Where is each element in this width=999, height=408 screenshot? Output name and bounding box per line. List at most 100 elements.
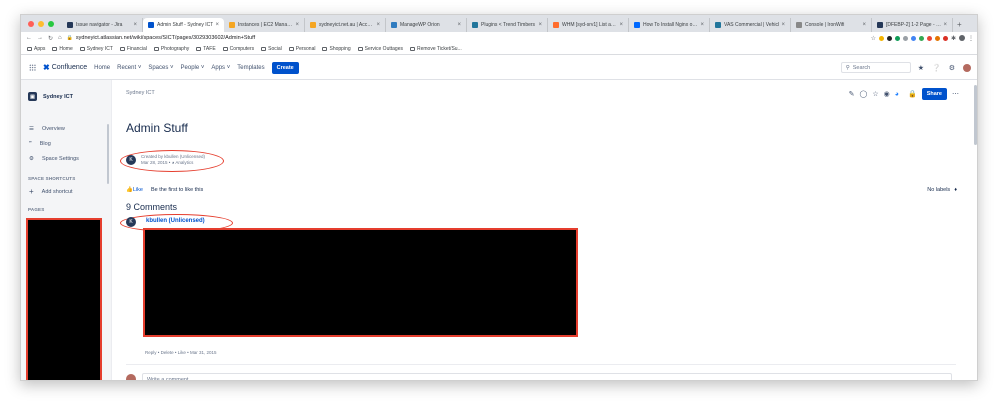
extension-icon[interactable]: [934, 35, 940, 41]
nav-home[interactable]: Home: [94, 65, 110, 71]
close-tab-icon[interactable]: ×: [781, 22, 785, 28]
bookmark-item[interactable]: Service Outtages: [357, 46, 403, 52]
extension-icon[interactable]: [878, 35, 884, 41]
close-tab-icon[interactable]: ×: [295, 22, 299, 28]
profile-avatar[interactable]: [959, 35, 965, 41]
maximize-window-button[interactable]: [48, 21, 54, 27]
nav-people[interactable]: People ˅: [181, 65, 205, 71]
notifications-icon[interactable]: ★: [918, 64, 924, 72]
nav-recent[interactable]: Recent ˅: [117, 65, 141, 71]
nav-spaces[interactable]: Spaces ˅: [148, 65, 173, 71]
extension-icon[interactable]: [942, 35, 948, 41]
close-tab-icon[interactable]: ×: [943, 22, 947, 28]
sidebar-item-blog[interactable]: ” Blog: [29, 141, 51, 147]
reload-icon[interactable]: ↻: [48, 35, 53, 42]
overview-icon: ☰: [29, 126, 34, 132]
forward-icon[interactable]: →: [37, 35, 43, 41]
browser-tab[interactable]: Issue navigator - Jira ×: [62, 18, 143, 32]
analytics-icon[interactable]: ◕: [895, 91, 899, 98]
close-tab-icon[interactable]: ×: [700, 22, 704, 28]
sidebar-item-space-settings[interactable]: ⚙ Space Settings: [29, 156, 79, 162]
browser-tab[interactable]: [DFEBP-2] 1-2 Page - PDF ×: [872, 18, 953, 32]
user-avatar[interactable]: [963, 63, 971, 72]
browser-tab[interactable]: Admin Stuff - Sydney ICT ×: [143, 18, 224, 32]
nav-apps[interactable]: Apps ˅: [211, 65, 230, 71]
write-comment-input[interactable]: Write a comment...: [142, 373, 952, 380]
page-scrollbar[interactable]: [974, 85, 977, 145]
bookmark-item[interactable]: Personal: [288, 46, 315, 52]
back-icon[interactable]: ←: [26, 35, 32, 41]
browser-tab[interactable]: How To Install Nginx on Ce ×: [629, 18, 710, 32]
browser-tab[interactable]: Instances | EC2 Manageme ×: [224, 18, 305, 32]
author-avatar[interactable]: K: [126, 155, 136, 165]
browser-tab[interactable]: VAS Commercial | Vehicl ×: [710, 18, 791, 32]
address-bar[interactable]: 🔒 sydneyict.atlassian.net/wiki/spaces/SI…: [67, 33, 866, 43]
extension-icon[interactable]: [886, 35, 892, 41]
extension-icon[interactable]: [894, 35, 900, 41]
close-tab-icon[interactable]: ×: [862, 22, 866, 28]
star-icon[interactable]: ☆: [871, 35, 876, 42]
extension-icon[interactable]: [918, 35, 924, 41]
sidebar-scrollbar[interactable]: [107, 124, 109, 184]
restrictions-lock-icon[interactable]: 🔒: [908, 90, 917, 98]
home-icon[interactable]: ⌂: [58, 35, 62, 41]
close-tab-icon[interactable]: ×: [376, 22, 380, 28]
analytics-link[interactable]: Analytics: [175, 160, 193, 165]
close-tab-icon[interactable]: ×: [457, 22, 461, 28]
folder-icon: [322, 47, 328, 51]
space-header[interactable]: ▣ Sydney ICT: [28, 92, 73, 101]
comment-author-link[interactable]: kbullen (Unlicensed): [146, 218, 205, 224]
search-input[interactable]: ⚲ Search: [840, 62, 911, 73]
bookmark-item[interactable]: Computers: [222, 46, 254, 52]
extension-icon[interactable]: [926, 35, 932, 41]
close-tab-icon[interactable]: ×: [215, 22, 219, 28]
nav-templates[interactable]: Templates: [237, 65, 264, 71]
confluence-logo[interactable]: ✖ Confluence: [43, 63, 87, 72]
app-switcher-icon[interactable]: [29, 64, 36, 71]
extension-icon[interactable]: [902, 35, 908, 41]
star-icon[interactable]: ☆: [872, 90, 878, 98]
close-tab-icon[interactable]: ×: [619, 22, 623, 28]
more-actions-icon[interactable]: ⋯: [952, 90, 959, 98]
create-button[interactable]: Create: [271, 61, 299, 74]
new-tab-button[interactable]: +: [953, 20, 966, 32]
bookmark-item[interactable]: Social: [261, 46, 282, 52]
comment-actions[interactable]: Reply • Delete • Like • Mar 31, 2015: [145, 350, 217, 355]
bookmark-item[interactable]: Home: [52, 46, 73, 52]
close-tab-icon[interactable]: ×: [538, 22, 542, 28]
like-button[interactable]: 👍Like: [126, 187, 143, 193]
close-window-button[interactable]: [28, 21, 34, 27]
browser-tab[interactable]: ManageWP Orion ×: [386, 18, 467, 32]
bookmark-item[interactable]: Photography: [153, 46, 189, 52]
tab-favicon-icon: [310, 22, 316, 28]
browser-tab[interactable]: sydneyict.net.au | Accoun ×: [305, 18, 386, 32]
bookmark-item[interactable]: Financial: [119, 46, 147, 52]
comment-icon[interactable]: ◯: [860, 90, 868, 98]
more-menu-icon[interactable]: ⋮: [968, 35, 974, 42]
like-prompt: Be the first to like this: [150, 187, 204, 193]
share-button[interactable]: Share: [921, 88, 947, 100]
minimize-window-button[interactable]: [38, 21, 44, 27]
help-icon[interactable]: ❔: [932, 64, 941, 72]
browser-tab[interactable]: Plugins < Trend Timbers ×: [467, 18, 548, 32]
browser-tab[interactable]: WHM [syd-srv1] List acco ×: [548, 18, 629, 32]
close-tab-icon[interactable]: ×: [133, 22, 137, 28]
breadcrumb[interactable]: Sydney ICT: [126, 90, 155, 96]
sidebar-item-overview[interactable]: ☰ Overview: [29, 126, 65, 132]
edit-pencil-icon[interactable]: ✎: [849, 90, 855, 98]
labels-area[interactable]: No labels ♦: [927, 187, 957, 193]
bookmark-item[interactable]: Sydney ICT: [79, 46, 113, 52]
watch-eye-icon[interactable]: ◉: [884, 90, 890, 98]
bookmark-item[interactable]: Apps: [27, 46, 45, 52]
like-row: 👍Like Be the first to like this: [126, 187, 203, 193]
browser-tab[interactable]: Console | IronWifi ×: [791, 18, 872, 32]
bookmark-item[interactable]: Remove Ticket/Su...: [409, 46, 462, 52]
add-shortcut-button[interactable]: + Add shortcut: [29, 187, 73, 196]
extension-icon[interactable]: [910, 35, 916, 41]
bookmark-item[interactable]: Shopping: [322, 46, 351, 52]
settings-gear-icon[interactable]: ⚙: [949, 64, 955, 72]
puzzle-icon[interactable]: ✱: [951, 35, 956, 42]
comment-author-avatar[interactable]: K: [126, 217, 136, 227]
tab-title: Issue navigator - Jira: [76, 22, 123, 28]
bookmark-item[interactable]: TAFE: [196, 46, 216, 52]
